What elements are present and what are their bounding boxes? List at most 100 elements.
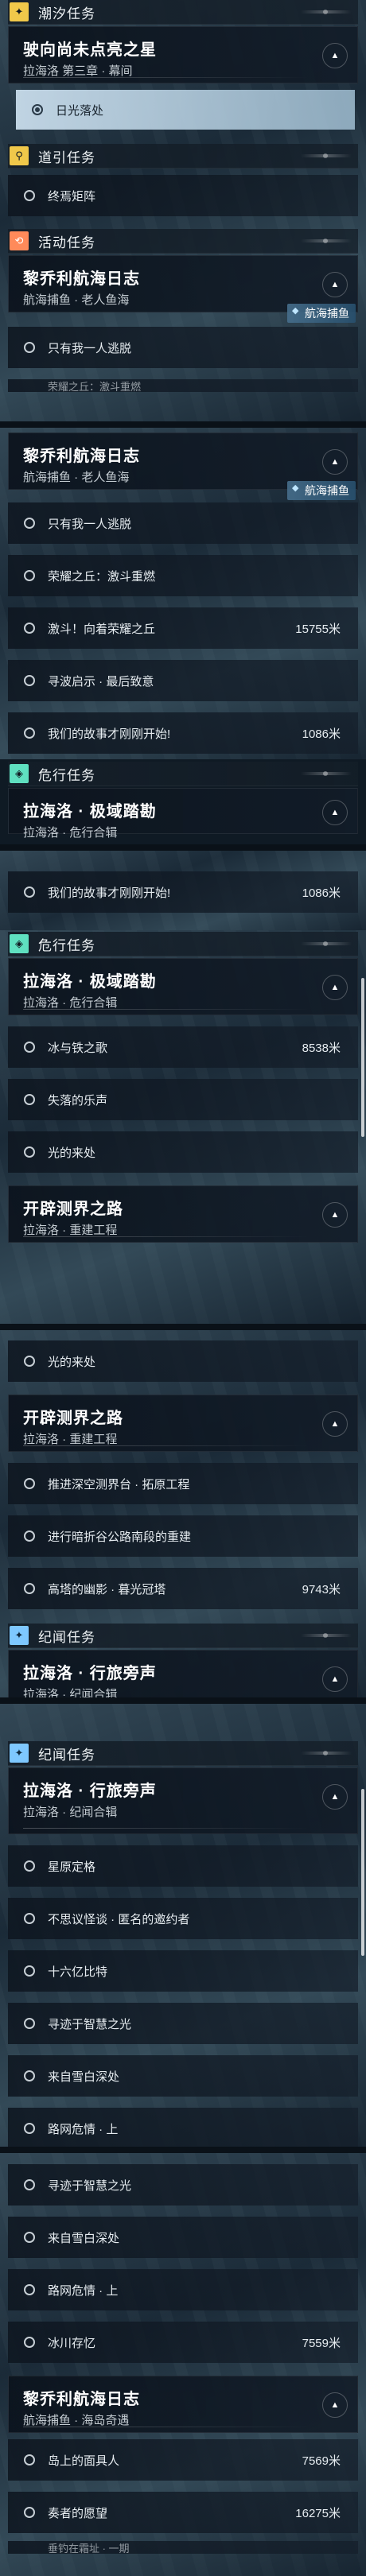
quest-title: 开辟测界之路: [23, 1410, 123, 1427]
category-label: 纪闻任务: [38, 1629, 95, 1645]
task-row[interactable]: 我们的故事才刚刚开始! 1086米: [8, 712, 358, 754]
category-weixing[interactable]: ◈ 危行任务: [8, 762, 358, 786]
radio-icon: [24, 570, 35, 581]
task-label: 只有我一人逃脱: [48, 517, 132, 531]
quest-header[interactable]: 拉海洛 · 极域踏勘 拉海洛 · 危行合辑 ▲: [8, 788, 358, 840]
task-label: 荣耀之丘：激斗重燃: [48, 569, 156, 584]
task-row[interactable]: 岛上的面具人 7569米: [8, 2439, 358, 2481]
task-row[interactable]: 来自雪白深处: [8, 2055, 358, 2097]
collapse-icon[interactable]: ▲: [322, 272, 348, 297]
task-row[interactable]: 来自雪白深处: [8, 2217, 358, 2258]
quest-header[interactable]: 开辟测界之路 拉海洛 · 重建工程 ▲: [8, 1395, 358, 1452]
quest-header[interactable]: 开辟测界之路 拉海洛 · 重建工程 ▲: [8, 1185, 358, 1243]
category-weixing[interactable]: ◈ 危行任务: [8, 932, 358, 956]
ornament: [301, 771, 352, 776]
task-row[interactable]: 寻迹于智慧之光: [8, 2164, 358, 2206]
task-row[interactable]: 只有我一人逃脱: [8, 327, 358, 368]
radio-icon: [24, 342, 35, 353]
task-label: 寻波启示 · 最后致意: [48, 674, 154, 689]
category-label: 道引任务: [38, 149, 95, 165]
radio-icon: [24, 2507, 35, 2518]
radio-icon: [24, 2337, 35, 2348]
task-row[interactable]: 光的来处: [8, 1131, 358, 1173]
task-label: 垂钓在霜址 · 一期: [48, 2542, 130, 2555]
task-row[interactable]: 光的来处: [8, 1340, 358, 1382]
task-label: 寻迹于智慧之光: [48, 2017, 132, 2031]
task-label: 终焉矩阵: [48, 189, 96, 204]
collapse-icon[interactable]: ▲: [322, 1666, 348, 1692]
collapse-icon[interactable]: ▲: [322, 1411, 348, 1437]
quest-title: 拉海洛 · 行旅旁声: [23, 1783, 157, 1800]
task-label: 不思议怪谈 · 匿名的邀约者: [48, 1912, 190, 1926]
task-row[interactable]: 路网危情 · 上: [8, 2269, 358, 2310]
quest-header[interactable]: 黎乔利航海日志 航海捕鱼 · 海岛奇遇 ▲: [8, 2376, 358, 2433]
task-row[interactable]: 激斗！向着荣耀之丘 15755米: [8, 607, 358, 649]
task-row[interactable]: 推进深空测界台 · 拓原工程: [8, 1463, 358, 1504]
task-row[interactable]: 冰与铁之歌 8538米: [8, 1026, 358, 1068]
radio-icon: [24, 1583, 35, 1594]
category-daoyin[interactable]: ⚲ 道引任务: [8, 144, 358, 169]
collapse-icon[interactable]: ▲: [322, 2392, 348, 2418]
collapse-icon[interactable]: ▲: [322, 975, 348, 1000]
collapse-icon[interactable]: ▲: [322, 800, 348, 825]
radio-icon: [24, 675, 35, 686]
task-row[interactable]: 终焉矩阵: [8, 175, 358, 216]
quest-title: 驶向尚未点亮之星: [23, 41, 157, 59]
quest-subtitle: 拉海洛 · 重建工程: [23, 1224, 118, 1237]
task-distance: 1086米: [302, 727, 341, 741]
task-row[interactable]: 路网危情 · 上: [8, 2108, 358, 2149]
quest-header[interactable]: 驶向尚未点亮之星 拉海洛 第三章 · 幕间 ▲: [8, 26, 358, 83]
quest-header[interactable]: 拉海洛 · 极域踏勘 拉海洛 · 危行合辑 ▲: [8, 958, 358, 1015]
ornament: [301, 1751, 352, 1755]
radio-icon: [24, 1146, 35, 1158]
divider: [23, 77, 310, 78]
slice-separator: [0, 2147, 366, 2153]
quest-title: 开辟测界之路: [23, 1201, 123, 1218]
quest-panel: 黎乔利航海日志 航海捕鱼 · 老人鱼海 ▲ 航海捕鱼 只有我一人逃脱 荣耀之丘：…: [8, 431, 358, 754]
radio-icon: [32, 104, 43, 115]
quest-panel: ✦ 纪闻任务 拉海洛 · 行旅旁声 拉海洛 · 纪闻合辑 ▲ 星原定格 不思议怪…: [8, 1741, 358, 2149]
collapse-icon[interactable]: ▲: [322, 1202, 348, 1228]
task-row[interactable]: 失落的乐声: [8, 1079, 358, 1120]
collapse-icon[interactable]: ▲: [322, 449, 348, 475]
category-label: 纪闻任务: [38, 1747, 95, 1763]
slice-separator: [0, 844, 366, 851]
task-row[interactable]: 只有我一人逃脱: [8, 502, 358, 544]
task-row[interactable]: 进行暗折谷公路南段的重建: [8, 1515, 358, 1557]
category-chaoxi[interactable]: ✦ 潮汐任务: [8, 0, 358, 25]
task-label: 冰与铁之歌: [48, 1041, 108, 1055]
quest-header[interactable]: 黎乔利航海日志 航海捕鱼 · 老人鱼海 ▲ 航海捕鱼: [8, 255, 358, 323]
task-row[interactable]: 十六亿比特: [8, 1950, 358, 1992]
quest-header[interactable]: 黎乔利航海日志 航海捕鱼 · 老人鱼海 ▲ 航海捕鱼: [8, 433, 358, 500]
quest-header[interactable]: 拉海洛 · 行旅旁声 拉海洛 · 纪闻合辑 ▲: [8, 1767, 358, 1834]
scrollbar[interactable]: [361, 978, 364, 1137]
scrollbar[interactable]: [361, 1789, 364, 1956]
task-row[interactable]: 寻迹于智慧之光: [8, 2003, 358, 2044]
task-row[interactable]: 寻波启示 · 最后致意: [8, 660, 358, 701]
task-label: 来自雪白深处: [48, 2231, 120, 2245]
task-row[interactable]: 荣耀之丘：激斗重燃: [8, 555, 358, 596]
category-jiwen[interactable]: ✦ 纪闻任务: [8, 1741, 358, 1766]
task-row[interactable]: 高塔的幽影 · 暮光冠塔 9743米: [8, 1568, 358, 1609]
category-huodong[interactable]: ⟲ 活动任务: [8, 229, 358, 254]
task-row[interactable]: 奏者的愿望 16275米: [8, 2492, 358, 2533]
task-row[interactable]: 星原定格: [8, 1845, 358, 1887]
radio-icon: [24, 1478, 35, 1489]
task-label: 星原定格: [48, 1860, 96, 1874]
divider: [23, 1445, 310, 1446]
quest-title: 黎乔利航海日志: [23, 270, 140, 288]
quest-subtitle: 拉海洛 · 重建工程: [23, 1433, 118, 1446]
collapse-icon[interactable]: ▲: [322, 1784, 348, 1810]
task-label: 寻迹于智慧之光: [48, 2178, 132, 2193]
radio-icon: [24, 190, 35, 201]
category-jiwen[interactable]: ✦ 纪闻任务: [8, 1624, 358, 1648]
task-row[interactable]: 不思议怪谈 · 匿名的邀约者: [8, 1898, 358, 1939]
quest-subtitle: 拉海洛 第三章 · 幕间: [23, 64, 133, 78]
task-label: 推进深空测界台 · 拓原工程: [48, 1477, 190, 1492]
task-row-active[interactable]: 日光落处: [16, 90, 355, 130]
task-row[interactable]: 冰川存忆 7559米: [8, 2322, 358, 2363]
task-row[interactable]: 我们的故事才刚刚开始! 1086米: [8, 871, 358, 913]
radio-icon: [24, 1094, 35, 1105]
task-label: 路网危情 · 上: [48, 2283, 119, 2298]
collapse-icon[interactable]: ▲: [322, 43, 348, 68]
